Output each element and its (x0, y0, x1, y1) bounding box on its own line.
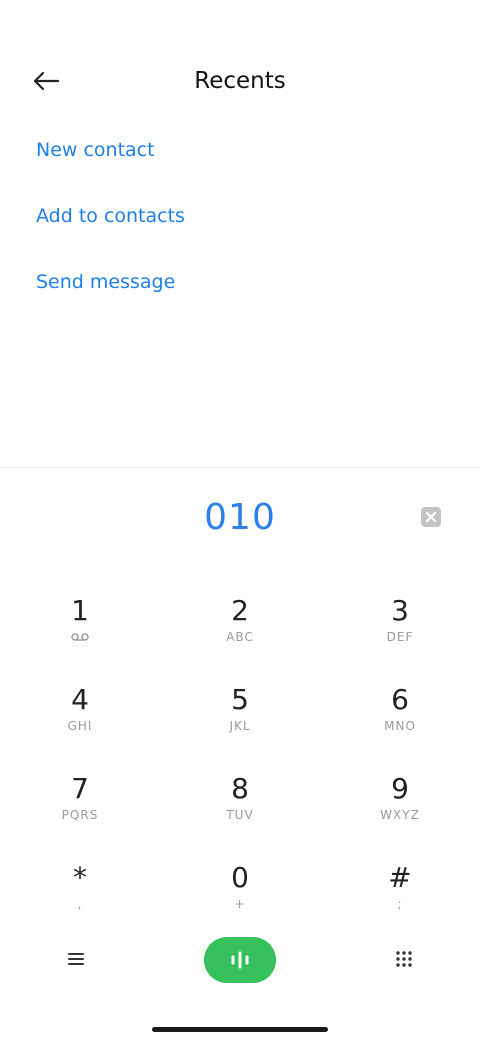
action-list: New contact Add to contacts Send message (36, 134, 436, 332)
menu-icon (68, 953, 84, 965)
key-1[interactable]: 1 (20, 593, 140, 663)
key-7[interactable]: 7 PQRS (20, 771, 140, 841)
send-message-link[interactable]: Send message (36, 266, 436, 298)
key-digit: 3 (391, 594, 409, 627)
key-letters: ; (397, 897, 403, 911)
page-title: Recents (194, 68, 286, 94)
key-digit: 2 (231, 594, 249, 627)
key-letters: JKL (229, 719, 251, 733)
key-letters: GHI (67, 719, 93, 733)
key-9[interactable]: 9 WXYZ (340, 771, 460, 841)
key-digit: 0 (231, 861, 249, 894)
key-digit: * (73, 861, 87, 894)
key-digit: 4 (71, 683, 89, 716)
key-letters: ABC (226, 630, 254, 644)
key-8[interactable]: 8 TUV (180, 771, 300, 841)
key-0[interactable]: 0 + (180, 860, 300, 930)
key-digit: 1 (71, 594, 89, 627)
key-letters: TUV (226, 808, 254, 822)
new-contact-link[interactable]: New contact (36, 134, 436, 166)
call-button[interactable] (204, 937, 276, 983)
key-5[interactable]: 5 JKL (180, 682, 300, 752)
home-indicator[interactable] (152, 1027, 328, 1032)
backspace-button[interactable] (420, 506, 442, 528)
key-6[interactable]: 6 MNO (340, 682, 460, 752)
backspace-icon (421, 507, 441, 527)
key-letters: DEF (386, 630, 414, 644)
key-letters: + (234, 897, 246, 911)
key-letters: , (77, 897, 83, 911)
key-letters: WXYZ (380, 808, 420, 822)
key-digit: 6 (391, 683, 409, 716)
bottom-bar (0, 932, 480, 992)
menu-button[interactable] (60, 944, 92, 974)
key-digit: 5 (231, 683, 249, 716)
key-digit: 7 (71, 772, 89, 805)
call-icon (231, 951, 249, 969)
header: Recents (0, 0, 480, 130)
key-digit: 8 (231, 772, 249, 805)
key-3[interactable]: 3 DEF (340, 593, 460, 663)
key-star[interactable]: * , (20, 860, 140, 930)
divider (0, 467, 480, 468)
key-digit: 9 (391, 772, 409, 805)
key-letters: MNO (384, 719, 416, 733)
dialpad-toggle-button[interactable] (388, 944, 420, 974)
key-hash[interactable]: # ; (340, 860, 460, 930)
key-2[interactable]: 2 ABC (180, 593, 300, 663)
key-letters: PQRS (61, 808, 99, 822)
add-to-contacts-link[interactable]: Add to contacts (36, 200, 436, 232)
dialpad-icon (396, 951, 412, 967)
dialed-number: 010 (204, 497, 276, 538)
dialer-screen: Recents New contact Add to contacts Send… (0, 0, 480, 1040)
voicemail-icon (71, 633, 89, 641)
voicemail-sub (20, 629, 140, 645)
key-digit: # (388, 861, 412, 894)
key-4[interactable]: 4 GHI (20, 682, 140, 752)
